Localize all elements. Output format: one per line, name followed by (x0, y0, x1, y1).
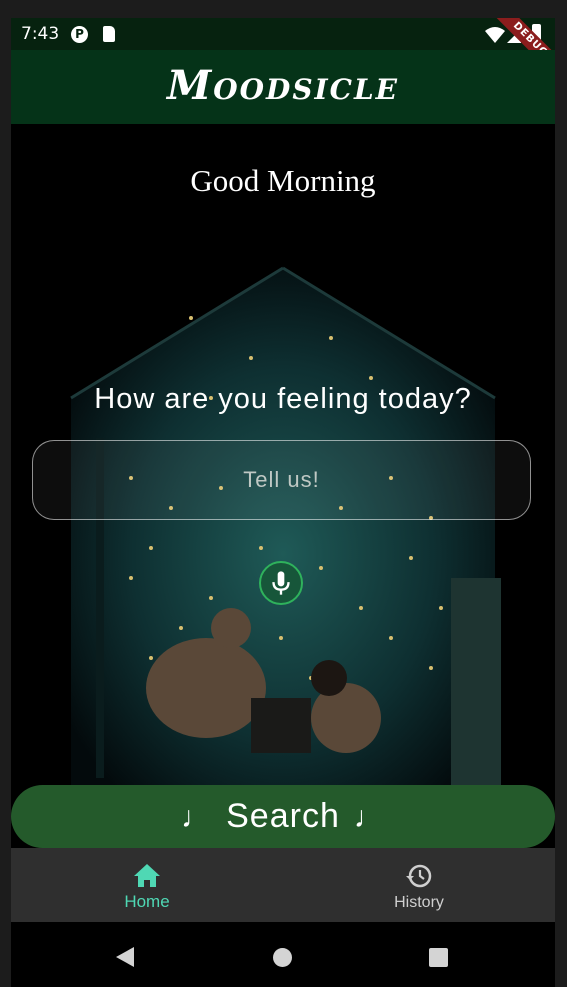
greeting-text: Good Morning (190, 163, 376, 198)
mood-input[interactable] (32, 440, 531, 520)
p-app-icon: P (71, 26, 88, 43)
history-icon (406, 864, 432, 888)
mic-button[interactable] (259, 561, 303, 605)
home-system-icon[interactable] (273, 948, 292, 967)
music-note-icon: ♩ (181, 801, 213, 834)
phone-screen: 7:43 P DEBUG Moodsicle Good Morning How … (11, 18, 555, 987)
app-title: Moodsicle (167, 62, 399, 109)
home-icon (134, 864, 160, 887)
nav-label-history: History (394, 894, 444, 911)
bottom-navigation: Home History (11, 848, 555, 922)
music-note-icon: ♩ (353, 801, 385, 834)
nav-item-home[interactable]: Home (11, 848, 283, 922)
nav-label-home: Home (124, 892, 170, 911)
mood-question: How are you feeling today? (94, 383, 472, 415)
search-button[interactable]: ♩ Search ♩ (11, 785, 555, 848)
app-bar: Moodsicle (11, 50, 555, 124)
search-button-label: Search (226, 797, 340, 835)
status-bar: 7:43 P DEBUG (11, 18, 555, 85)
back-icon[interactable] (114, 945, 136, 969)
system-navigation-bar (11, 922, 555, 987)
recents-icon[interactable] (429, 948, 448, 967)
nav-item-history[interactable]: History (283, 848, 555, 922)
status-time: 7:43 (21, 24, 60, 44)
microphone-icon (272, 571, 290, 595)
sd-card-icon (103, 26, 115, 42)
background-illustration (11, 248, 555, 808)
